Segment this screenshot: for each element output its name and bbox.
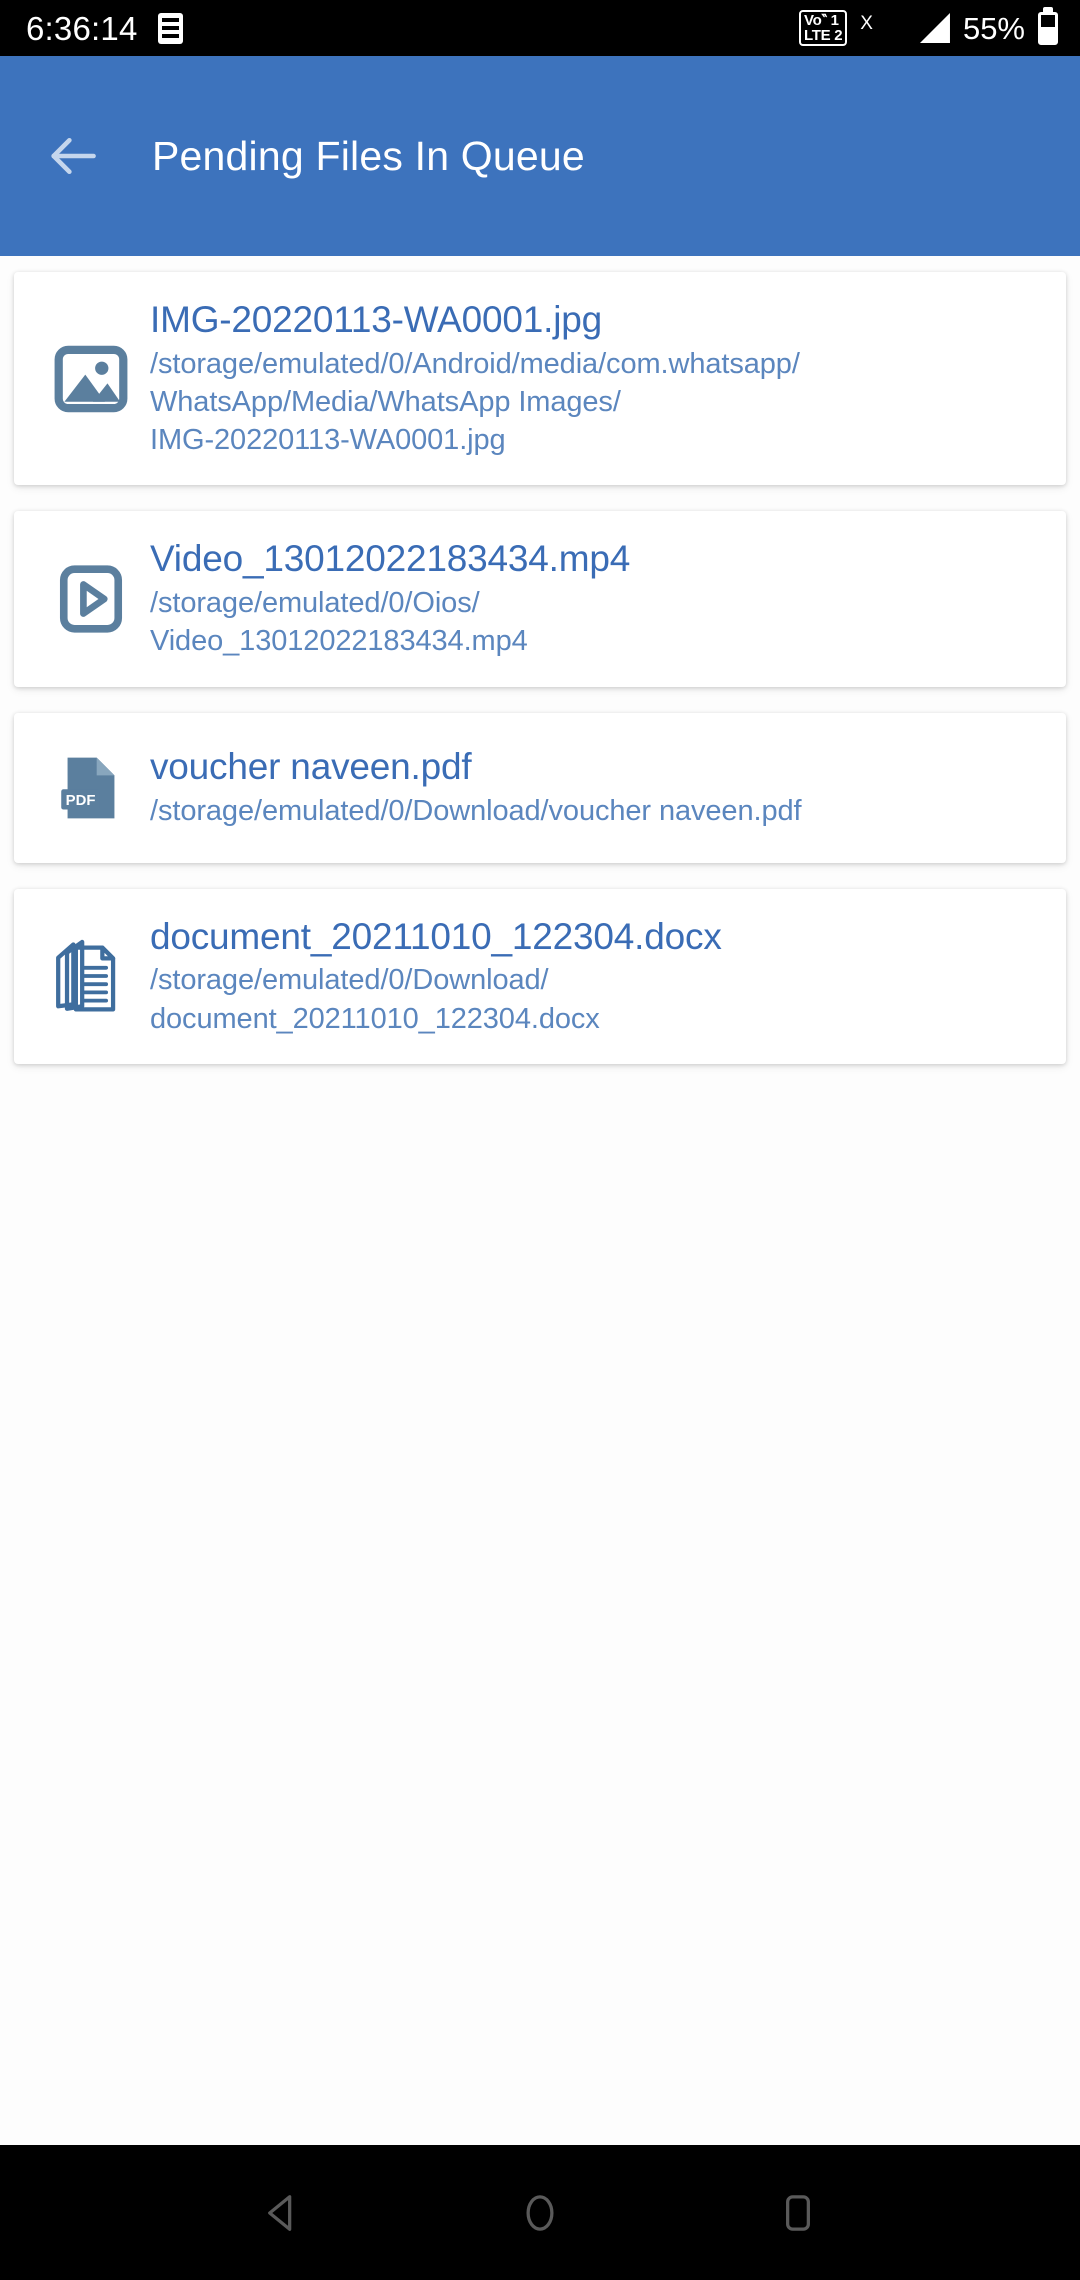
- file-name: document_20211010_122304.docx: [150, 915, 722, 957]
- back-arrow-icon[interactable]: [44, 127, 102, 185]
- pdf-file-icon: PDF: [32, 750, 150, 826]
- file-info: voucher naveen.pdf /storage/emulated/0/D…: [150, 745, 1048, 830]
- file-name: voucher naveen.pdf: [150, 746, 472, 788]
- nav-back-triangle-icon[interactable]: [237, 2168, 327, 2258]
- list-item[interactable]: document_20211010_122304.docx /storage/e…: [14, 888, 1066, 1064]
- volte-label-line1: Vo‶ 1: [804, 11, 839, 29]
- page-title: Pending Files In Queue: [152, 132, 585, 179]
- nav-recents-square-icon[interactable]: [753, 2168, 843, 2258]
- status-bar-right: Vo‶ 1 LTE 2 X 55%: [799, 9, 1058, 47]
- file-info: Video_13012022183434.mp4 /storage/emulat…: [150, 537, 1048, 660]
- image-file-icon: [32, 341, 150, 417]
- signal-bars-crossed-icon: [876, 13, 907, 43]
- sim-x-label: X: [860, 13, 873, 34]
- list-item[interactable]: PDF voucher naveen.pdf /storage/emulated…: [14, 712, 1066, 863]
- file-info: IMG-20220113-WA0001.jpg /storage/emulate…: [150, 298, 1048, 459]
- nav-home-circle-icon[interactable]: [495, 2168, 585, 2258]
- file-path: /storage/emulated/0/Download/ document_2…: [150, 964, 600, 1035]
- status-bar-left: 6:36:14: [26, 12, 183, 45]
- signal-bars-icon: [919, 13, 950, 43]
- list-item[interactable]: IMG-20220113-WA0001.jpg /storage/emulate…: [14, 272, 1066, 486]
- video-file-icon: [32, 561, 150, 637]
- battery-percent-label: 55%: [962, 10, 1025, 46]
- volte-label-line2: LTE 2: [804, 27, 843, 44]
- battery-icon: [1038, 11, 1058, 45]
- app-bar: Pending Files In Queue: [0, 56, 1080, 256]
- status-bar: 6:36:14 Vo‶ 1 LTE 2 X 55%: [0, 0, 1080, 56]
- file-name: Video_13012022183434.mp4: [150, 538, 631, 580]
- file-name: IMG-20220113-WA0001.jpg: [150, 299, 602, 340]
- docx-file-icon: [32, 935, 150, 1017]
- signal-group-sim2: [919, 13, 950, 43]
- volte-badge: Vo‶ 1 LTE 2: [799, 9, 848, 47]
- file-info: document_20211010_122304.docx /storage/e…: [150, 915, 1048, 1038]
- signal-group-sim1: X: [860, 13, 907, 43]
- file-path: /storage/emulated/0/Oios/ Video_13012022…: [150, 587, 528, 658]
- file-path: /storage/emulated/0/Download/voucher nav…: [150, 794, 802, 827]
- pending-files-list: IMG-20220113-WA0001.jpg /storage/emulate…: [0, 256, 1080, 2145]
- notification-list-icon: [157, 12, 183, 44]
- status-clock: 6:36:14: [26, 9, 138, 47]
- android-navigation-bar: [0, 2145, 1080, 2280]
- file-path: /storage/emulated/0/Android/media/com.wh…: [150, 347, 800, 457]
- phone-screen: 6:36:14 Vo‶ 1 LTE 2 X 55% Pending Files …: [0, 0, 1080, 2280]
- list-item[interactable]: Video_13012022183434.mp4 /storage/emulat…: [14, 511, 1066, 687]
- svg-text:PDF: PDF: [66, 793, 96, 809]
